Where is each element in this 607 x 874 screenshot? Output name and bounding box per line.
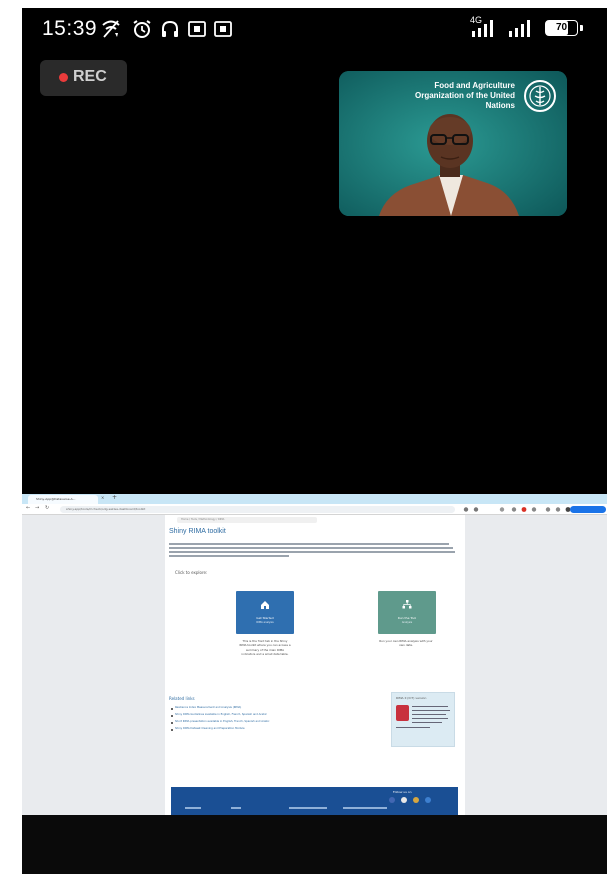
battery-tip (580, 25, 583, 31)
wifi-call-icon (102, 20, 120, 38)
browser-tab-bar: Shiny-App@Dataverse-A... × + (22, 494, 607, 504)
instagram-icon[interactable] (413, 797, 419, 803)
bullet (171, 722, 173, 724)
related-link[interactable]: Resilience Index Measurement and Analysi… (175, 706, 241, 709)
intro-text-line (169, 547, 453, 549)
sidebox-text-line (412, 706, 448, 708)
battery-percent: 70 (555, 22, 568, 33)
record-dot-icon (59, 73, 68, 82)
browser-toolbar: ← → ↻ shiny.app/tools/mcheck/sdg-sakisa-… (22, 504, 607, 515)
recording-badge[interactable]: REC (40, 60, 127, 96)
rima-cover-image (396, 705, 409, 721)
fao-logo-icon (524, 80, 556, 112)
sim-1-icon (188, 21, 206, 37)
rima-version-box[interactable]: RIMA II (ICT) version (391, 692, 455, 747)
intro-text-line (169, 555, 289, 557)
bullet (171, 708, 173, 710)
alarm-icon (133, 20, 151, 38)
get-started-tile[interactable]: Get Started RIMA analysis (236, 591, 294, 634)
page-footer: Follow us on (171, 787, 458, 815)
footer-link[interactable] (343, 807, 387, 809)
intro-text-line (169, 551, 455, 553)
phone-screen: 15:39 4G 70 REC Food and Agriculture Org… (22, 8, 607, 874)
explore-label: Click to explore: (175, 570, 208, 575)
related-link[interactable]: Shiny RIMA Dataset Cleaning and Preparat… (175, 727, 245, 730)
tile-title: Get Started (256, 616, 274, 620)
browser-tab[interactable]: Shiny-App@Dataverse-A... (28, 495, 98, 504)
bullet (171, 729, 173, 731)
sidebox-text-line (396, 727, 430, 729)
bullet (171, 715, 173, 717)
related-link[interactable]: Short RIMA presentation available in Eng… (175, 720, 269, 723)
related-link[interactable]: Shiny RIMA Guidelines available in Engli… (175, 713, 267, 716)
tile-description: Run your own RIMA analysis with your own… (379, 639, 433, 648)
organization-name: Food and Agriculture Organization of the… (415, 81, 515, 110)
run-tool-tile[interactable]: Run the Tool Analysis (378, 591, 436, 634)
linkedin-icon[interactable] (425, 797, 431, 803)
speaker-video-tile[interactable]: Food and Agriculture Organization of the… (339, 71, 567, 216)
home-icon (261, 601, 269, 609)
sidebox-text-line (412, 710, 450, 712)
recording-label: REC (73, 68, 107, 85)
shared-screen: Shiny-App@Dataverse-A... × + ← → ↻ shiny… (22, 494, 607, 815)
breadcrumb: Home / Tools / Methodology / RIMA (177, 517, 317, 523)
address-bar[interactable]: shiny.app/tools/mcheck/sdg-sakisa-dashbo… (60, 506, 455, 513)
clock: 15:39 (42, 17, 98, 40)
footer-link[interactable] (231, 807, 241, 809)
flickr-icon[interactable] (401, 797, 407, 803)
battery-icon: 70 (545, 20, 578, 36)
sidebox-title: RIMA II (ICT) version (396, 696, 427, 700)
footer-link[interactable] (185, 807, 201, 809)
intro-text-line (169, 543, 449, 545)
bottom-strip (22, 815, 607, 874)
tile-title: Run the Tool (397, 616, 417, 620)
related-links-title: Related links (169, 696, 195, 701)
sidebox-text-line (412, 722, 442, 724)
facebook-icon[interactable] (389, 797, 395, 803)
tile-description: This is the front tab in the Shiny RIMA … (239, 639, 291, 656)
page-title: Shiny RIMA toolkit (169, 528, 226, 535)
profile-button[interactable] (570, 506, 606, 513)
forward-icon[interactable]: → (35, 505, 39, 511)
web-page: Home / Tools / Methodology / RIMA Shiny … (165, 515, 465, 815)
status-bar: 15:39 4G 70 (22, 8, 607, 48)
tile-subtitle: RIMA analysis (256, 621, 274, 624)
follow-us-label: Follow us on (393, 790, 412, 794)
hierarchy-icon (402, 600, 412, 609)
footer-link[interactable] (289, 807, 327, 809)
back-icon[interactable]: ← (26, 505, 30, 511)
sidebox-text-line (412, 714, 446, 716)
sidebox-text-line (412, 718, 448, 720)
headphones-icon (162, 20, 178, 37)
signal-icon (509, 20, 530, 37)
signal-4g-icon (472, 20, 493, 37)
sim-2-icon (214, 21, 232, 37)
tile-subtitle: Analysis (401, 621, 413, 624)
close-tab-icon[interactable]: × (101, 495, 104, 500)
new-tab-icon[interactable]: + (112, 494, 117, 501)
reload-icon[interactable]: ↻ (45, 505, 49, 511)
